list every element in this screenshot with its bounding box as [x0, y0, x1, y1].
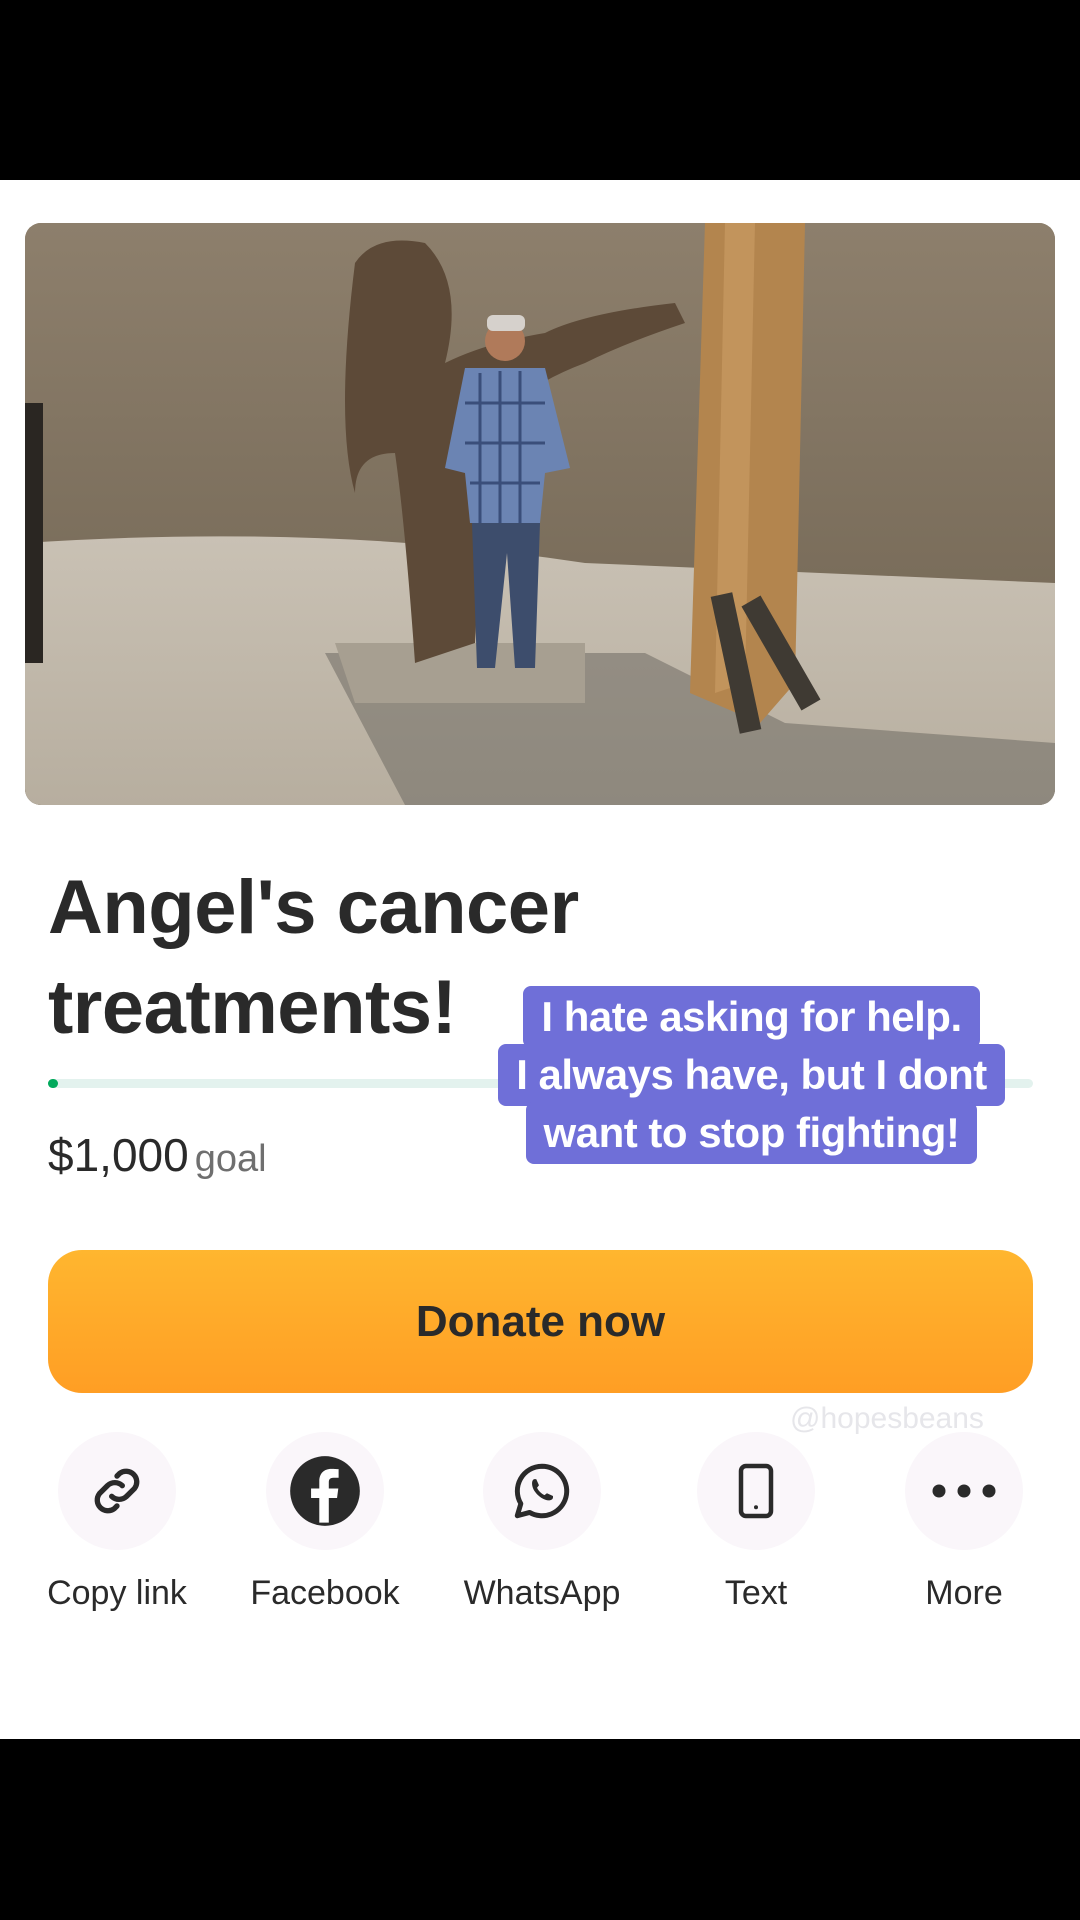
- share-facebook[interactable]: Facebook: [225, 1432, 425, 1622]
- donate-now-button[interactable]: Donate now: [48, 1250, 1033, 1393]
- campaign-photo: [25, 223, 1055, 805]
- share-label: Copy link: [47, 1574, 187, 1612]
- link-icon: [58, 1432, 176, 1550]
- whatsapp-icon: [483, 1432, 601, 1550]
- phone-icon: [697, 1432, 815, 1550]
- goal-summary: $1,000 goal: [48, 1128, 267, 1182]
- facebook-icon: [266, 1432, 384, 1550]
- watermark: @hopesbeans: [790, 1402, 984, 1435]
- goal-label: goal: [194, 1138, 267, 1180]
- caption-overlay: I hate asking for help. I always have, b…: [483, 986, 1020, 1164]
- share-whatsapp[interactable]: WhatsApp: [442, 1432, 642, 1622]
- goal-amount: $1,000: [48, 1129, 189, 1181]
- share-text[interactable]: Text: [656, 1432, 856, 1622]
- share-more[interactable]: More: [864, 1432, 1064, 1622]
- progress-fill: [48, 1079, 58, 1088]
- caption-line: I hate asking for help.: [523, 986, 980, 1048]
- caption-line: want to stop fighting!: [525, 1102, 978, 1164]
- share-label: WhatsApp: [463, 1574, 621, 1612]
- share-label: More: [925, 1574, 1003, 1612]
- share-label: Text: [724, 1574, 788, 1612]
- share-copy-link[interactable]: Copy link: [17, 1432, 217, 1622]
- caption-line: I always have, but I dont: [498, 1044, 1005, 1106]
- share-label: Facebook: [250, 1574, 400, 1612]
- more-dots-icon: [905, 1432, 1023, 1550]
- navigation-bar-area: [0, 1739, 1080, 1920]
- status-bar-area: [0, 0, 1080, 180]
